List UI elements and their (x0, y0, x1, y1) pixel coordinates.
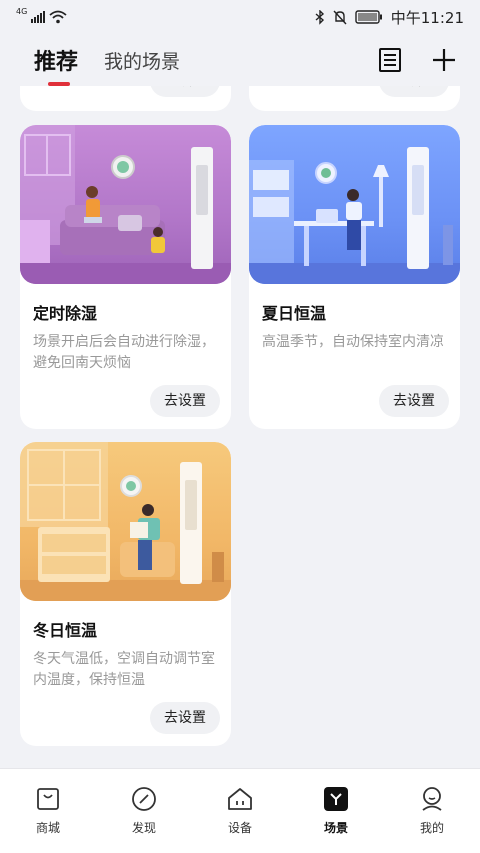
add-icon[interactable] (432, 48, 456, 72)
set-button[interactable]: 去设置 (150, 702, 220, 734)
scene-description: 冬天气温低，空调自动调节室内温度，保持恒温 (33, 651, 215, 688)
nav-label: 商城 (35, 821, 60, 835)
mute-bell-icon (333, 10, 347, 24)
set-button[interactable]: 去设置 (150, 385, 220, 417)
bottom-nav: 商城 发现 设备 场景 我的 (0, 768, 480, 853)
nav-label: 我的 (419, 821, 444, 835)
shopping-bag-icon (37, 788, 59, 810)
nav-scenes[interactable]: 场景 (288, 769, 384, 853)
nav-label: 发现 (131, 821, 156, 835)
compass-icon (132, 787, 156, 811)
scene-illustration (20, 125, 231, 284)
nav-devices[interactable]: 设备 (192, 769, 288, 853)
scene-title: 冬日恒温 (33, 621, 98, 640)
nav-label: 场景 (323, 821, 348, 835)
network-type: 4G (16, 6, 28, 16)
tab-my-scenes[interactable]: 我的场景 (104, 47, 180, 74)
header: 推荐 我的场景 (0, 34, 480, 86)
scene-list[interactable]: 去设置 去设置 (0, 86, 480, 768)
wifi-icon (49, 10, 67, 24)
set-button[interactable]: 去设置 (379, 385, 449, 417)
scene-card-partial[interactable]: 去设置 (20, 86, 231, 111)
signal-icon (31, 11, 46, 23)
list-icon[interactable] (378, 47, 402, 73)
nav-me[interactable]: 我的 (384, 769, 480, 853)
scene-title: 夏日恒温 (262, 304, 327, 323)
bluetooth-icon (315, 9, 324, 25)
clock: 中午11:21 (390, 8, 464, 27)
nav-label: 设备 (227, 821, 252, 835)
set-button[interactable]: 去设置 (150, 86, 220, 97)
nav-discover[interactable]: 发现 (96, 769, 192, 853)
scene-description: 场景开启后会自动进行除湿，避免回南天烦恼 (33, 334, 215, 371)
profile-icon (422, 787, 442, 811)
status-bar: 4G 中午11:21 (0, 0, 480, 34)
scene-description: 高温季节，自动保持室内清凉 (262, 334, 444, 350)
scene-card-winter[interactable]: 冬日恒温 冬天气温低，空调自动调节室内温度，保持恒温 去设置 (20, 442, 231, 746)
home-icon (228, 788, 252, 810)
set-button[interactable]: 去设置 (379, 86, 449, 97)
scene-illustration (20, 442, 231, 601)
scene-icon (324, 787, 348, 811)
scene-title: 定时除湿 (33, 304, 98, 323)
scene-card-dehumidify[interactable]: 定时除湿 场景开启后会自动进行除湿，避免回南天烦恼 去设置 (20, 125, 231, 429)
battery-icon (355, 10, 382, 24)
tab-recommend[interactable]: 推荐 (34, 44, 78, 86)
nav-mall[interactable]: 商城 (0, 769, 96, 853)
scene-card-summer[interactable]: 夏日恒温 高温季节，自动保持室内清凉 去设置 (249, 125, 460, 429)
scene-illustration (249, 125, 460, 284)
scene-card-partial[interactable]: 去设置 (249, 86, 460, 111)
